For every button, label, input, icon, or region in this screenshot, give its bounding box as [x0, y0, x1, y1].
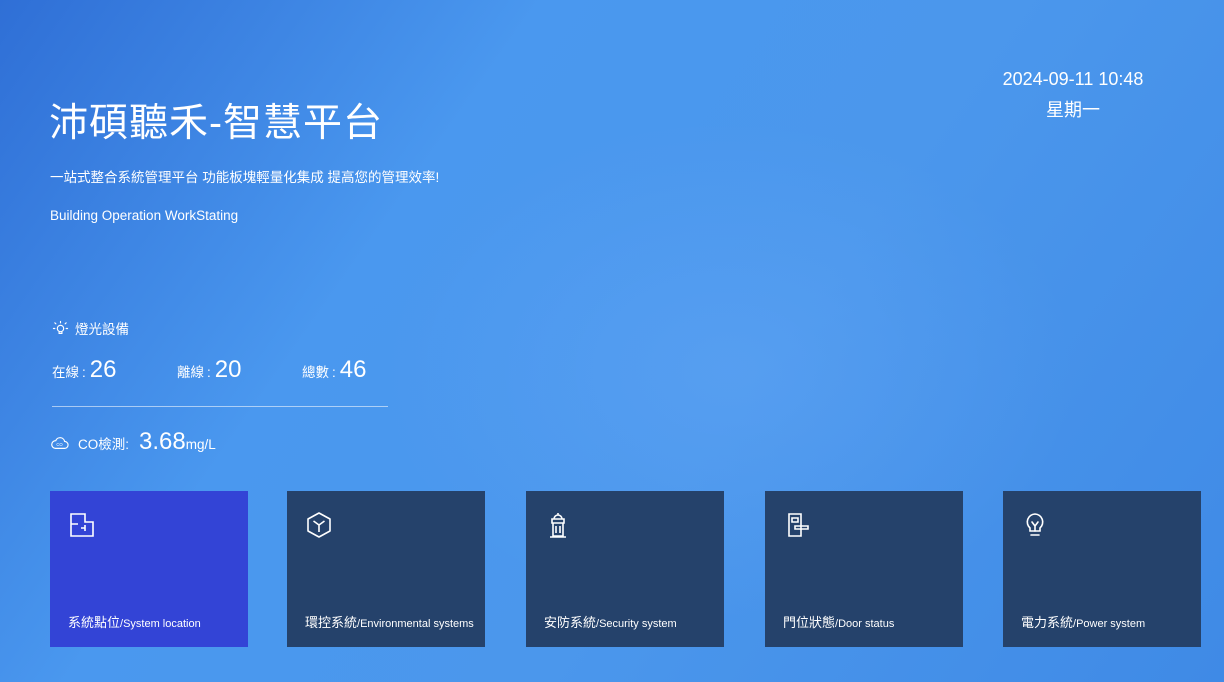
offline-label: 離線	[177, 365, 204, 380]
total-value: 46	[339, 356, 367, 383]
card-label-en: /System location	[120, 618, 201, 630]
lighting-section-header: 燈光設備	[52, 318, 129, 338]
online-stat: 在線 : 26	[52, 356, 116, 384]
card-label: 安防系統/Security system	[544, 612, 677, 631]
co-unit: mg/L	[185, 437, 216, 452]
svg-text:CO: CO	[56, 442, 63, 447]
card-label-zh: 安防系統	[544, 615, 597, 630]
card-label-en: /Door status	[835, 618, 895, 630]
card-label-en: /Environmental systems	[357, 618, 474, 630]
total-label: 總數	[302, 365, 329, 380]
module-cards: 系統點位/System location 環控系統/Environmental …	[50, 491, 1201, 647]
card-power-system[interactable]: 電力系統/Power system	[1003, 491, 1201, 647]
card-door-status[interactable]: 門位狀態/Door status	[765, 491, 963, 647]
floorplan-icon	[70, 513, 94, 537]
datetime-display: 2024-09-11 10:48 星期一	[980, 67, 1166, 122]
door-lock-icon	[788, 513, 809, 537]
card-label-zh: 環控系統	[305, 615, 358, 630]
total-stat: 總數 : 46	[302, 356, 366, 384]
lighting-stats: 在線 : 26 離線 : 20 總數 : 46	[52, 356, 388, 388]
bulb-icon	[1026, 513, 1044, 536]
total-colon: :	[332, 365, 336, 380]
card-system-location[interactable]: 系統點位/System location	[50, 491, 248, 647]
lightbulb-icon	[52, 320, 69, 334]
cloud-co-icon: CO	[51, 437, 69, 449]
card-label: 系統點位/System location	[68, 612, 201, 631]
lighting-title: 燈光設備	[75, 322, 129, 337]
page-subtitle: 一站式整合系統管理平台 功能板塊輕量化集成 提高您的管理效率!	[50, 170, 440, 185]
hydrant-icon	[550, 513, 566, 538]
online-label: 在線	[52, 365, 79, 380]
offline-stat: 離線 : 20	[177, 356, 241, 384]
card-label-zh: 電力系統	[1021, 615, 1074, 630]
co-detection: CO CO檢測: 3.68 mg/L	[50, 428, 216, 456]
card-environmental-systems[interactable]: 環控系統/Environmental systems	[287, 491, 485, 647]
offline-colon: :	[207, 365, 211, 380]
weekday: 星期一	[1046, 100, 1100, 120]
card-label-en: /Security system	[596, 618, 677, 630]
card-label-zh: 系統點位	[68, 615, 121, 630]
card-security-system[interactable]: 安防系統/Security system	[526, 491, 724, 647]
card-label: 電力系統/Power system	[1021, 612, 1145, 631]
card-label-zh: 門位狀態	[783, 615, 836, 630]
card-label: 門位狀態/Door status	[783, 612, 894, 631]
co-label: CO檢測:	[78, 437, 130, 452]
page-title: 沛碩聽禾-智慧平台	[49, 102, 383, 145]
online-value: 26	[89, 356, 117, 383]
card-label-en: /Power system	[1073, 618, 1146, 630]
online-colon: :	[82, 365, 86, 380]
offline-value: 20	[214, 356, 242, 383]
cube-icon	[307, 512, 331, 538]
co-value: 3.68	[139, 428, 186, 455]
date-time: 2024-09-11 10:48	[1002, 69, 1144, 89]
english-name: Building Operation WorkStating	[50, 208, 239, 223]
card-label: 環控系統/Environmental systems	[305, 612, 474, 631]
stats-divider	[52, 406, 388, 407]
